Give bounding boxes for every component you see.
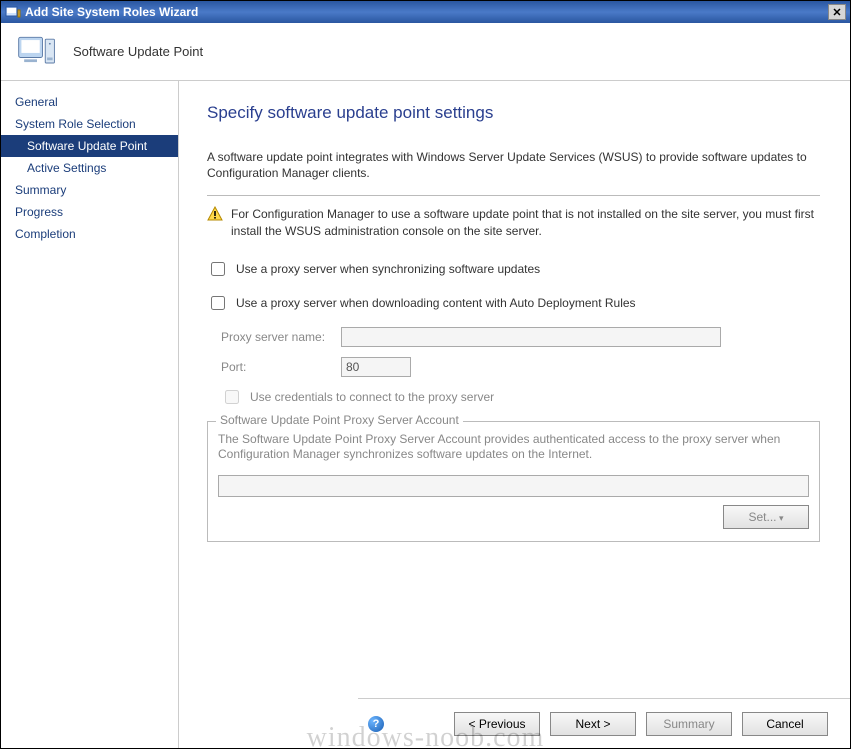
window-close-button[interactable]: ✕ [828,4,846,20]
nav-item-general[interactable]: General [1,91,178,113]
next-button[interactable]: Next > [550,712,636,736]
warning-text: For Configuration Manager to use a softw… [231,206,820,238]
help-icon: ? [368,716,384,732]
proxy-account-description: The Software Update Point Proxy Server A… [218,432,809,463]
titlebar: Add Site System Roles Wizard ✕ [1,1,850,23]
proxy-port-label: Port: [221,360,341,374]
proxy-name-label: Proxy server name: [221,330,341,344]
computer-icon [15,30,59,74]
page-description: A software update point integrates with … [207,149,820,181]
proxy-account-legend: Software Update Point Proxy Server Accou… [216,413,463,427]
nav-item-progress[interactable]: Progress [1,201,178,223]
window-title: Add Site System Roles Wizard [25,5,198,19]
wizard-footer: ? < Previous Next > Summary Cancel [358,698,850,748]
wizard-content: Specify software update point settings A… [179,81,850,748]
divider [207,195,820,196]
page-heading: Specify software update point settings [207,103,820,123]
proxy-port-input [341,357,411,377]
wizard-app-icon [5,4,21,20]
summary-button: Summary [646,712,732,736]
warning-row: For Configuration Manager to use a softw… [207,206,820,238]
set-account-button: Set... [723,505,809,529]
help-button[interactable]: ? [368,716,384,732]
proxy-account-groupbox: Software Update Point Proxy Server Accou… [207,421,820,542]
wizard-header: Software Update Point [1,23,850,81]
cancel-button[interactable]: Cancel [742,712,828,736]
proxy-credentials-label: Use credentials to connect to the proxy … [250,390,494,404]
wizard-nav-sidebar: GeneralSystem Role SelectionSoftware Upd… [1,81,179,748]
nav-item-software-update-point[interactable]: Software Update Point [1,135,178,157]
previous-button[interactable]: < Previous [454,712,540,736]
proxy-sync-checkbox[interactable] [211,262,225,276]
proxy-name-input [341,327,721,347]
header-title: Software Update Point [73,44,203,59]
warning-icon [207,206,223,222]
proxy-credentials-checkbox [225,390,239,404]
nav-item-active-settings[interactable]: Active Settings [1,157,178,179]
proxy-account-input [218,475,809,497]
proxy-download-checkbox[interactable] [211,296,225,310]
nav-item-completion[interactable]: Completion [1,223,178,245]
nav-item-system-role-selection[interactable]: System Role Selection [1,113,178,135]
nav-item-summary[interactable]: Summary [1,179,178,201]
proxy-download-label: Use a proxy server when downloading cont… [236,296,636,310]
proxy-sync-label: Use a proxy server when synchronizing so… [236,262,540,276]
